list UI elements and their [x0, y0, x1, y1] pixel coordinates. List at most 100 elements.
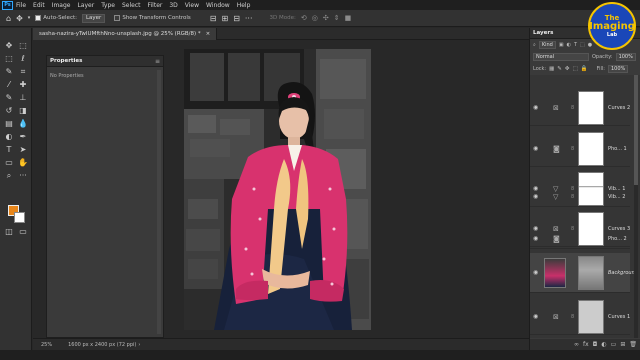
menu-layer[interactable]: Layer	[77, 2, 94, 9]
properties-scrollbar[interactable]	[157, 70, 161, 334]
new-adjustment-icon[interactable]: ◐	[601, 341, 606, 348]
delete-layer-icon[interactable]: 🗑	[629, 341, 637, 348]
layer-name[interactable]: Vib... 2	[608, 194, 625, 200]
new-layer-icon[interactable]: ⊞	[620, 341, 625, 348]
history-brush-tool-icon[interactable]: ↺	[3, 105, 15, 116]
layer-name[interactable]: Curves 2	[608, 105, 630, 111]
layer-row[interactable]: ◉ ⊠ 8 Curves 2	[530, 90, 630, 126]
layer-row[interactable]: ◉ Background	[530, 253, 638, 293]
layer-style-icon[interactable]: fx	[583, 341, 589, 348]
rectangle-tool-icon[interactable]: ▭	[3, 157, 15, 168]
artboard-tool-icon[interactable]: ⬚	[17, 40, 29, 51]
filter-shape-icon[interactable]: ⬚	[580, 42, 585, 48]
menu-view[interactable]: View	[185, 2, 199, 9]
auto-select-option[interactable]: Auto-Select:	[35, 15, 77, 21]
lock-artboard-icon[interactable]: ⬚	[573, 66, 578, 72]
healing-brush-tool-icon[interactable]: ✚	[17, 79, 29, 90]
zoom-level[interactable]: 25%	[41, 342, 52, 348]
menu-3d[interactable]: 3D	[169, 2, 177, 9]
crop-tool-icon[interactable]: ⌗	[17, 66, 29, 77]
screen-mode-icon[interactable]: ▭	[17, 226, 29, 237]
photoshop-logo-icon[interactable]: Ps	[2, 0, 13, 10]
3d-slide-icon[interactable]: ⇕	[334, 14, 340, 22]
panel-menu-icon[interactable]: ≡	[155, 58, 160, 65]
more-options-icon[interactable]: ···	[245, 14, 253, 23]
zoom-tool-icon[interactable]: ⌕	[3, 170, 15, 181]
add-mask-icon[interactable]: ◘	[593, 341, 598, 348]
move-tool-icon[interactable]: ✥	[3, 40, 15, 51]
eye-icon[interactable]: ◉	[533, 145, 541, 152]
menu-type[interactable]: Type	[101, 2, 115, 9]
layer-filter-kind-select[interactable]: Kind	[538, 41, 556, 49]
eye-icon[interactable]: ◉	[533, 104, 541, 111]
layer-name[interactable]: Pho... 1	[608, 146, 627, 152]
menu-help[interactable]: Help	[237, 2, 251, 9]
layer-name[interactable]: Pho... 2	[608, 236, 627, 242]
canvas-photo[interactable]	[184, 49, 371, 330]
layers-scrollbar[interactable]	[634, 75, 638, 338]
lock-paint-icon[interactable]: ✎	[557, 66, 562, 72]
type-tool-icon[interactable]: T	[3, 144, 15, 155]
align-right-icon[interactable]: ⊟	[233, 14, 240, 23]
marquee-tool-icon[interactable]: ⬚	[3, 53, 15, 64]
layer-mask-thumbnail[interactable]	[578, 256, 604, 290]
lock-all-icon[interactable]: 🔒	[581, 66, 588, 72]
eyedropper-tool-icon[interactable]: ⁄	[3, 79, 15, 90]
home-icon[interactable]: ⌂	[6, 14, 11, 23]
document-info[interactable]: 1600 px x 2400 px (72 ppi) ›	[68, 342, 140, 348]
background-color-swatch[interactable]	[14, 212, 25, 223]
menu-edit[interactable]: Edit	[33, 2, 45, 9]
layer-mask-thumbnail[interactable]	[578, 299, 604, 334]
filter-adjustment-icon[interactable]: ◐	[567, 42, 571, 48]
eye-icon[interactable]: ◉	[533, 235, 541, 242]
eye-icon[interactable]: ◉	[533, 269, 541, 276]
eye-icon[interactable]: ◉	[533, 313, 541, 320]
layers-scrollbar-thumb[interactable]	[634, 75, 638, 185]
3d-orbit-icon[interactable]: ⟲	[301, 14, 307, 22]
hand-tool-icon[interactable]: ✋	[17, 157, 29, 168]
3d-roll-icon[interactable]: ◎	[312, 14, 318, 22]
opacity-input[interactable]: 100%	[615, 53, 636, 61]
show-transform-checkbox[interactable]	[114, 15, 121, 21]
menu-filter[interactable]: Filter	[148, 2, 163, 9]
quick-mask-icon[interactable]: ◫	[3, 226, 15, 237]
path-select-tool-icon[interactable]: ➤	[17, 144, 29, 155]
3d-pan-icon[interactable]: ✣	[323, 14, 329, 22]
dodge-tool-icon[interactable]: ◐	[3, 131, 15, 142]
pen-tool-icon[interactable]: ✒	[17, 131, 29, 142]
menu-window[interactable]: Window	[206, 2, 230, 9]
3d-scale-icon[interactable]: ■	[345, 14, 352, 22]
blur-tool-icon[interactable]: 💧	[17, 118, 29, 129]
eye-icon[interactable]: ◉	[533, 193, 541, 200]
align-left-icon[interactable]: ⊟	[210, 14, 217, 23]
background-thumbnail[interactable]	[544, 258, 566, 288]
menu-file[interactable]: File	[16, 2, 26, 9]
gradient-tool-icon[interactable]: ▤	[3, 118, 15, 129]
more-tools-icon[interactable]: ···	[17, 170, 29, 181]
lasso-tool-icon[interactable]: ℓ	[17, 53, 29, 64]
lock-pixels-icon[interactable]: ▦	[549, 66, 554, 72]
fill-input[interactable]: 100%	[607, 65, 629, 73]
layer-row[interactable]: ◉ ▽ 8 Vib... 2	[530, 187, 630, 207]
chevron-down-icon[interactable]: ▾	[28, 15, 31, 21]
clone-stamp-tool-icon[interactable]: ⊥	[17, 92, 29, 103]
move-tool-icon[interactable]: ✥	[16, 14, 23, 23]
brush-tool-icon[interactable]: ✎	[3, 92, 15, 103]
menu-select[interactable]: Select	[122, 2, 141, 9]
properties-tab[interactable]: Properties	[50, 58, 82, 64]
layer-row[interactable]: ◉ ⊠ 8 Curves 1	[530, 299, 630, 335]
layers-tab[interactable]: Layers	[533, 30, 553, 36]
auto-select-checkbox[interactable]	[35, 15, 42, 21]
align-center-icon[interactable]: ⊞	[221, 14, 228, 23]
eraser-tool-icon[interactable]: ◨	[17, 105, 29, 116]
close-icon[interactable]: ×	[206, 31, 211, 37]
blend-mode-select[interactable]: Normal	[533, 53, 589, 61]
lock-position-icon[interactable]: ✥	[565, 66, 570, 72]
filter-pixel-icon[interactable]: ▣	[559, 42, 564, 48]
show-transform-option[interactable]: Show Transform Controls	[114, 15, 191, 21]
menu-image[interactable]: Image	[52, 2, 71, 9]
layer-row[interactable]: ◉ ◙ Pho... 2	[530, 229, 630, 249]
layer-row[interactable]: ◉ ◙ 8 Pho... 1	[530, 131, 630, 167]
layer-name[interactable]: Curves 1	[608, 314, 630, 320]
layer-mask-thumbnail[interactable]	[578, 90, 604, 125]
